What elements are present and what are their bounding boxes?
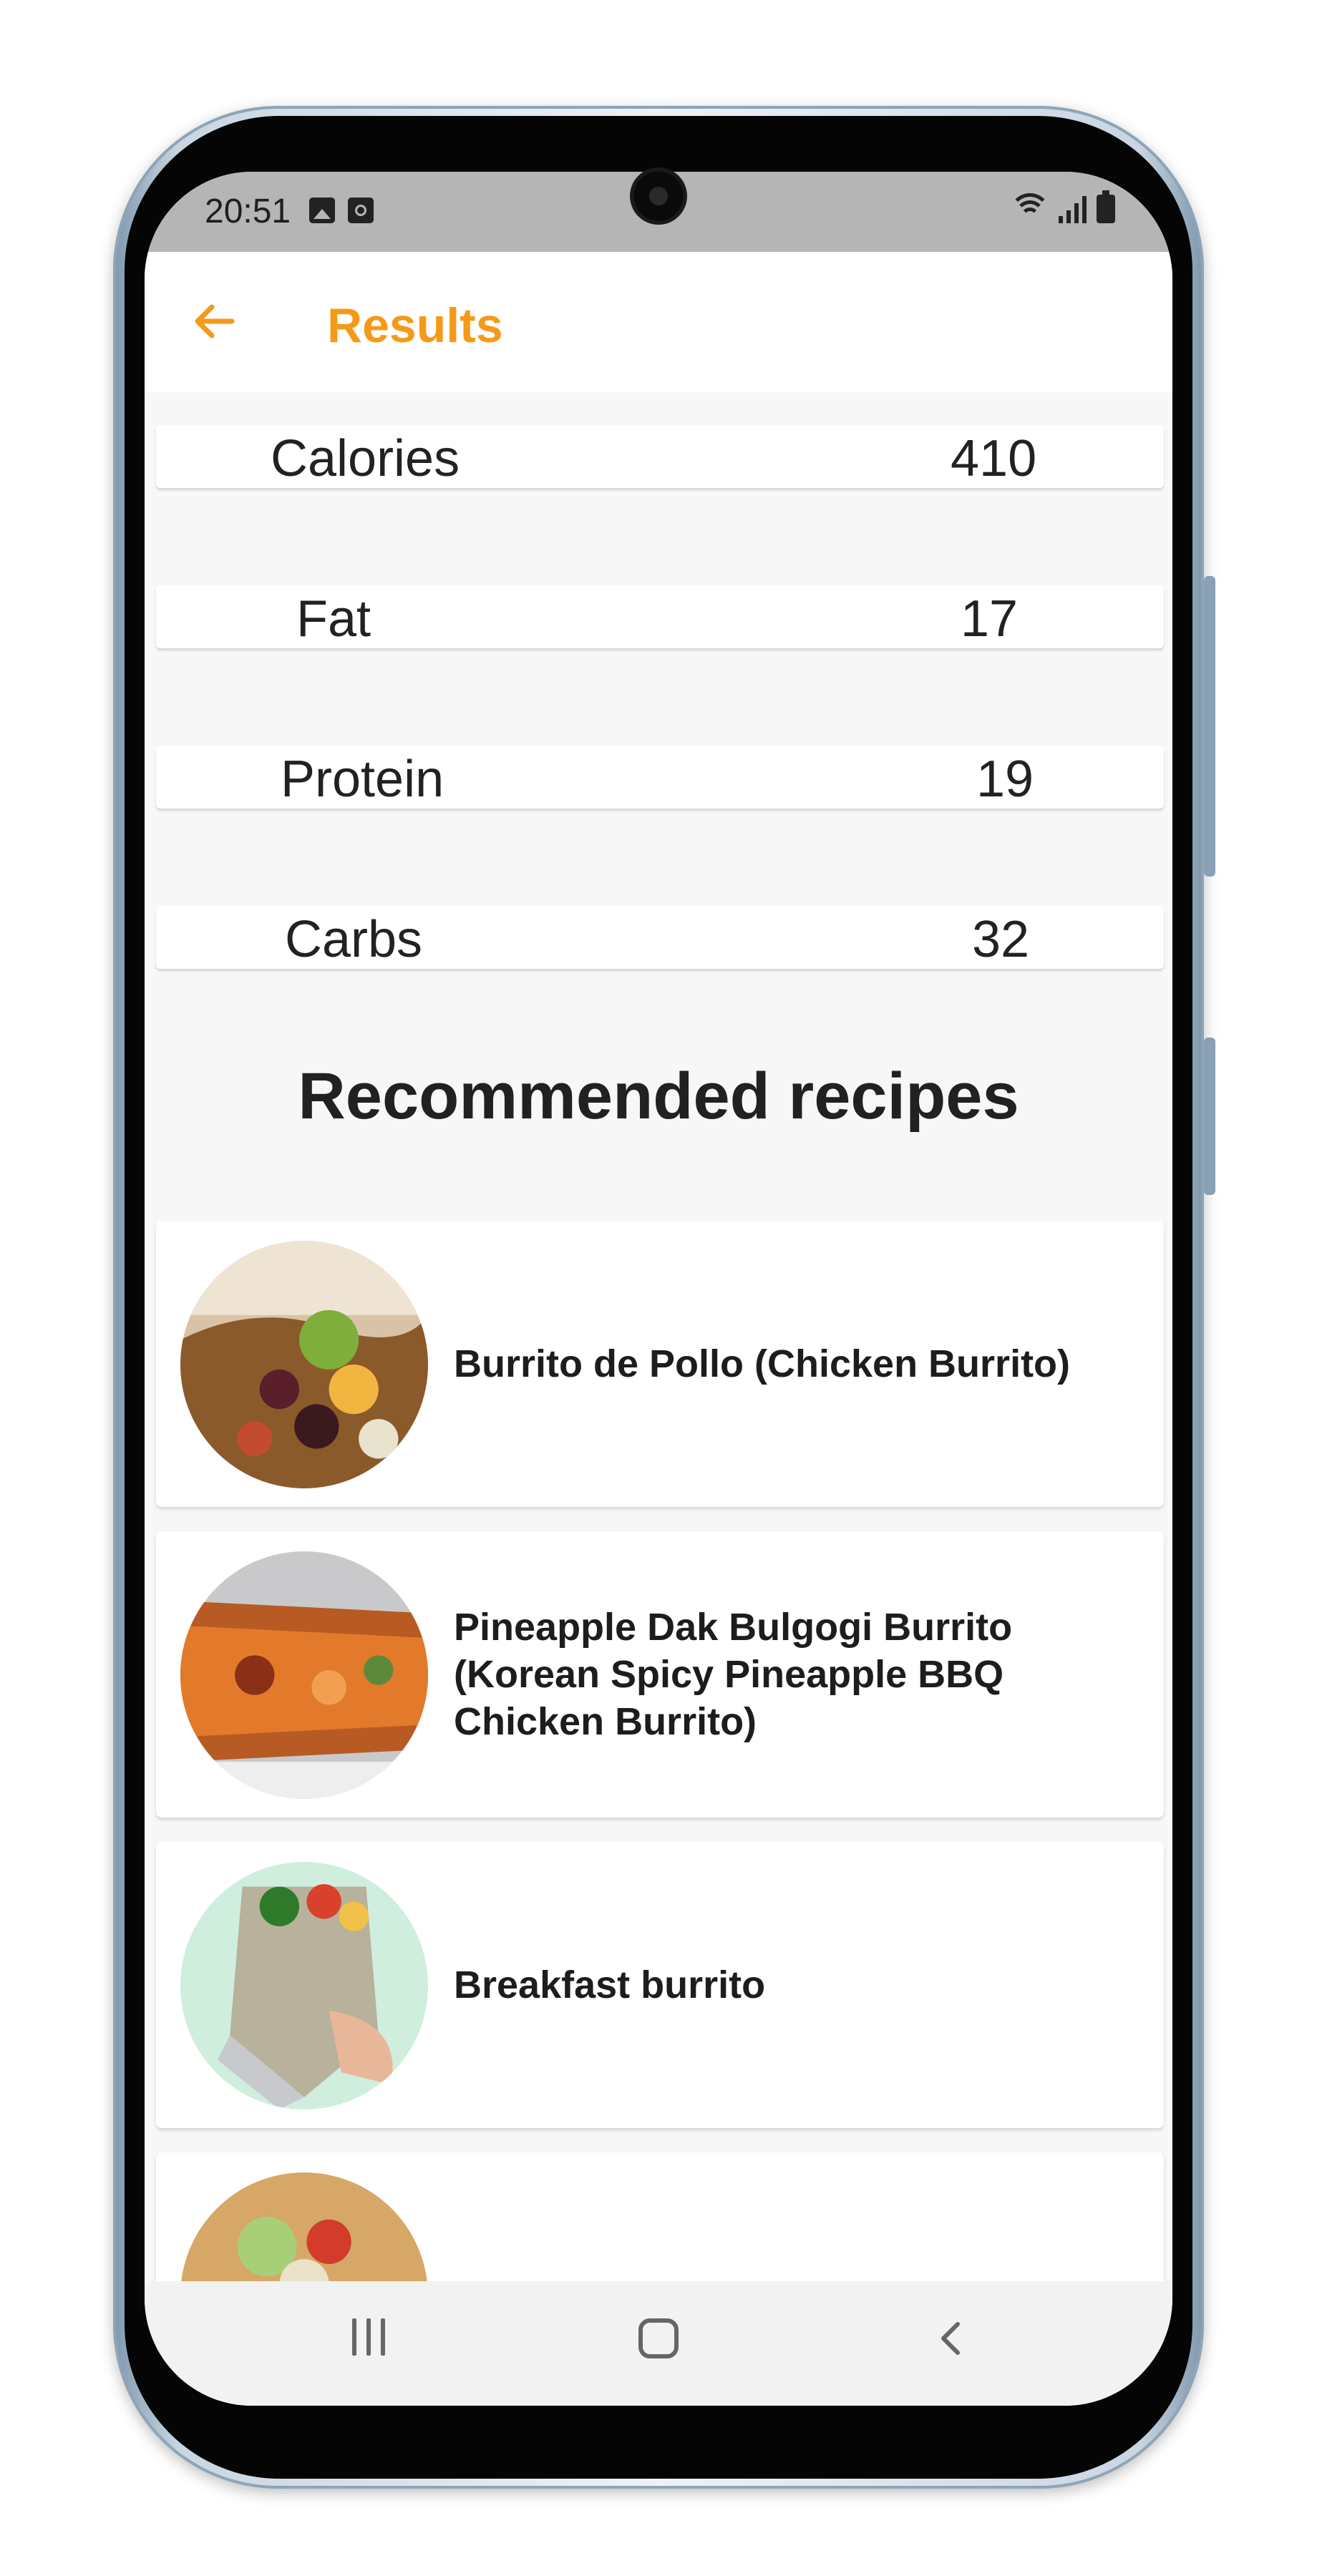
nutrition-row-carbs: Carbs 32 [156, 906, 1164, 969]
home-icon[interactable] [638, 2318, 679, 2358]
recipe-card[interactable]: Breakfast burrito [156, 1842, 1164, 2128]
recipe-image [180, 1551, 428, 1799]
wifi-icon [1009, 192, 1051, 223]
recipe-image [180, 1862, 428, 2109]
nutrition-value: 17 [961, 590, 1019, 648]
nutrition-label: Protein [281, 751, 444, 808]
nutrition-value: 410 [951, 430, 1037, 487]
recent-apps-icon[interactable] [352, 2318, 385, 2356]
nutrition-label: Carbs [285, 911, 423, 968]
status-time: 20:51 [205, 192, 291, 230]
nutrition-value: 32 [972, 911, 1030, 968]
power-button [1204, 1038, 1215, 1195]
recipe-title: Pineapple Dak Bulgogi Burrito (Korean Sp… [454, 1606, 1013, 1743]
nutrition-row-fat: Fat 17 [156, 585, 1164, 648]
nutrition-label: Fat [296, 590, 371, 648]
arrow-left-icon[interactable] [189, 296, 239, 346]
nutrition-row-protein: Protein 19 [156, 746, 1164, 809]
device-screen: 20:51 Results Calories 410 Fat 17 Protei… [145, 172, 1172, 2406]
signal-icon [1059, 195, 1087, 223]
clock-app-icon [348, 197, 374, 223]
recipe-title: Burrito de Pollo (Chicken Burrito) [454, 1342, 1071, 1385]
recipes-heading: Recommended recipes [298, 1060, 1019, 1133]
nutrition-value: 19 [976, 751, 1034, 808]
system-nav-bar [145, 2281, 1172, 2406]
nutrition-row-calories: Calories 410 [156, 425, 1164, 488]
back-icon[interactable] [932, 2318, 972, 2358]
recipe-card[interactable]: Burrito de Pollo (Chicken Burrito) [156, 1221, 1164, 1507]
app-bar: Results [145, 252, 1172, 392]
recipe-card[interactable]: Pineapple Dak Bulgogi Burrito (Korean Sp… [156, 1531, 1164, 1818]
page-title: Results [327, 298, 503, 353]
image-icon [309, 197, 335, 223]
front-camera [630, 167, 687, 225]
battery-icon [1097, 190, 1115, 223]
volume-button [1204, 576, 1215, 877]
recipe-image [180, 1241, 428, 1488]
nutrition-label: Calories [271, 430, 460, 487]
recipe-title: Breakfast burrito [454, 1963, 766, 2006]
